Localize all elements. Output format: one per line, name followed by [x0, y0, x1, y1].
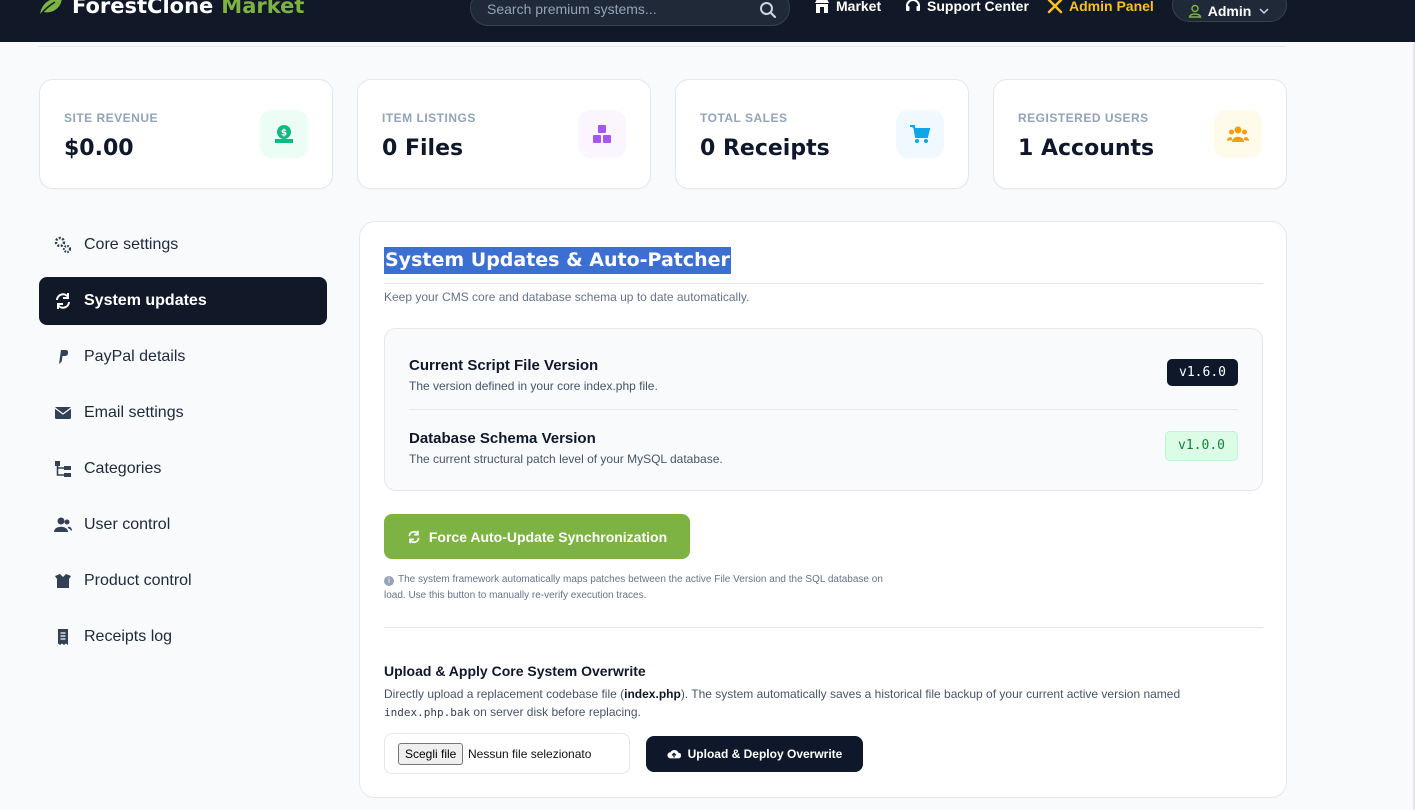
- search-icon[interactable]: [759, 1, 777, 19]
- schema-version-badge: v1.0.0: [1165, 431, 1238, 461]
- info-icon: i: [384, 576, 394, 586]
- stat-label: Site Revenue: [64, 111, 159, 125]
- nav-link-market[interactable]: Market: [814, 0, 881, 14]
- sync-icon: [56, 293, 70, 309]
- sync-note-text: The system framework automatically maps …: [384, 574, 883, 601]
- stat-card-revenue: Site Revenue $0.00 $: [39, 79, 333, 189]
- file-version-badge: v1.6.0: [1167, 359, 1238, 386]
- page-title: System Updates & Auto-Patcher: [384, 247, 731, 274]
- nav-link-support[interactable]: Support Center: [905, 0, 1029, 14]
- brand-name: ForestClone: [72, 0, 214, 18]
- upload-desc-part: on server disk before replacing.: [470, 705, 641, 719]
- cloud-upload-icon: [667, 749, 681, 759]
- search-input[interactable]: Search premium systems...: [470, 0, 790, 26]
- store-icon: [815, 0, 829, 13]
- headset-icon: [906, 0, 920, 11]
- choose-file-button[interactable]: Scegli file: [398, 743, 464, 765]
- header-divider: [38, 46, 1286, 47]
- top-navbar: ForestClone Market Search premium system…: [0, 0, 1415, 42]
- users-icon: [1214, 110, 1262, 158]
- gears-icon: [54, 236, 72, 254]
- boxes-icon: [578, 110, 626, 158]
- sidebar-item-label: Email settings: [84, 404, 184, 421]
- stat-card-sales: Total Sales 0 Receipts: [675, 79, 969, 189]
- stat-label: Item Listings: [382, 111, 476, 125]
- schema-version-title: Database Schema Version: [409, 430, 596, 447]
- version-info-box: Current Script File Version The version …: [384, 328, 1263, 491]
- section-divider: [384, 627, 1263, 628]
- sidebar-item-label: PayPal details: [84, 348, 186, 365]
- money-icon: $: [260, 110, 308, 158]
- box-open-icon: [55, 574, 71, 588]
- stat-value: 1 Accounts: [1018, 136, 1155, 161]
- stat-value: 0 Files: [382, 136, 464, 161]
- upload-deploy-button[interactable]: Upload & Deploy Overwrite: [646, 736, 863, 772]
- sidebar-item-email-settings[interactable]: Email settings: [39, 389, 327, 437]
- upload-desc-backup-name: index.php.bak: [384, 706, 471, 719]
- sidebar-item-categories[interactable]: Categories: [39, 445, 327, 493]
- brand-logo[interactable]: ForestClone Market: [38, 0, 304, 18]
- paypal-icon: [59, 350, 69, 364]
- stat-label: Total Sales: [700, 111, 788, 125]
- upload-desc-filename: index.php: [624, 687, 681, 701]
- upload-section-title: Upload & Apply Core System Overwrite: [384, 663, 646, 679]
- sidebar-item-label: Receipts log: [84, 628, 173, 645]
- stat-card-listings: Item Listings 0 Files: [357, 79, 651, 189]
- leaf-icon: [40, 0, 62, 15]
- sync-icon: [408, 530, 420, 543]
- tools-icon: [1047, 0, 1063, 14]
- sidebar-item-label: System updates: [84, 292, 207, 309]
- title-divider: [384, 283, 1263, 284]
- brand-accent: Market: [221, 0, 305, 18]
- no-file-selected-text: Nessun file selezionato: [468, 747, 592, 761]
- user-icon: [1188, 4, 1202, 18]
- file-input[interactable]: Scegli file Nessun file selezionato: [384, 733, 630, 774]
- nav-market-label: Market: [836, 0, 882, 14]
- stat-card-users: Registered Users 1 Accounts: [993, 79, 1287, 189]
- upload-section-desc: Directly upload a replacement codebase f…: [384, 685, 1269, 722]
- sync-note: i The system framework automatically maps…: [384, 572, 894, 604]
- chevron-down-icon: [1259, 8, 1269, 15]
- sidebar-item-label: Categories: [84, 460, 162, 477]
- nav-admin-label: Admin Panel: [1069, 0, 1154, 14]
- receipt-icon: [58, 629, 68, 645]
- page-subtitle: Keep your CMS core and database schema u…: [384, 290, 750, 304]
- sidebar-item-label: Product control: [84, 572, 192, 589]
- sidebar-item-receipts-log[interactable]: Receipts log: [39, 613, 327, 661]
- cart-icon: [896, 110, 944, 158]
- user-menu-button[interactable]: Admin: [1172, 0, 1287, 22]
- stat-label: Registered Users: [1018, 111, 1149, 125]
- nav-link-admin-panel[interactable]: Admin Panel: [1047, 0, 1154, 14]
- schema-version-desc: The current structural patch level of yo…: [409, 452, 723, 466]
- file-version-desc: The version defined in your core index.p…: [409, 379, 658, 393]
- sidebar-item-product-control[interactable]: Product control: [39, 557, 327, 605]
- users-icon: [54, 517, 72, 532]
- sidebar-item-paypal-details[interactable]: PayPal details: [39, 333, 327, 381]
- sidebar-item-label: User control: [84, 516, 171, 533]
- search-placeholder: Search premium systems...: [487, 1, 657, 17]
- user-menu-label: Admin: [1207, 3, 1252, 19]
- system-updates-panel: System Updates & Auto-Patcher Keep your …: [359, 221, 1287, 798]
- upload-desc-part: Directly upload a replacement codebase f…: [384, 687, 625, 701]
- sidebar-item-label: Core settings: [84, 236, 179, 253]
- upload-deploy-label: Upload & Deploy Overwrite: [687, 747, 843, 761]
- sidebar-item-system-updates[interactable]: System updates: [39, 277, 327, 325]
- stat-value: 0 Receipts: [700, 136, 830, 161]
- force-update-label: Force Auto-Update Synchronization: [428, 528, 668, 545]
- force-update-button[interactable]: Force Auto-Update Synchronization: [384, 514, 690, 559]
- svg-text:$: $: [281, 129, 287, 139]
- file-version-title: Current Script File Version: [409, 357, 599, 374]
- upload-desc-part: ). The system automatically saves a hist…: [680, 687, 1181, 701]
- envelope-icon: [54, 407, 72, 419]
- sidebar-item-user-control[interactable]: User control: [39, 501, 327, 549]
- sitemap-icon: [55, 461, 71, 477]
- version-divider: [409, 409, 1238, 410]
- sidebar-item-core-settings[interactable]: Core settings: [39, 221, 327, 269]
- nav-support-label: Support Center: [927, 0, 1029, 14]
- stat-value: $0.00: [64, 136, 134, 161]
